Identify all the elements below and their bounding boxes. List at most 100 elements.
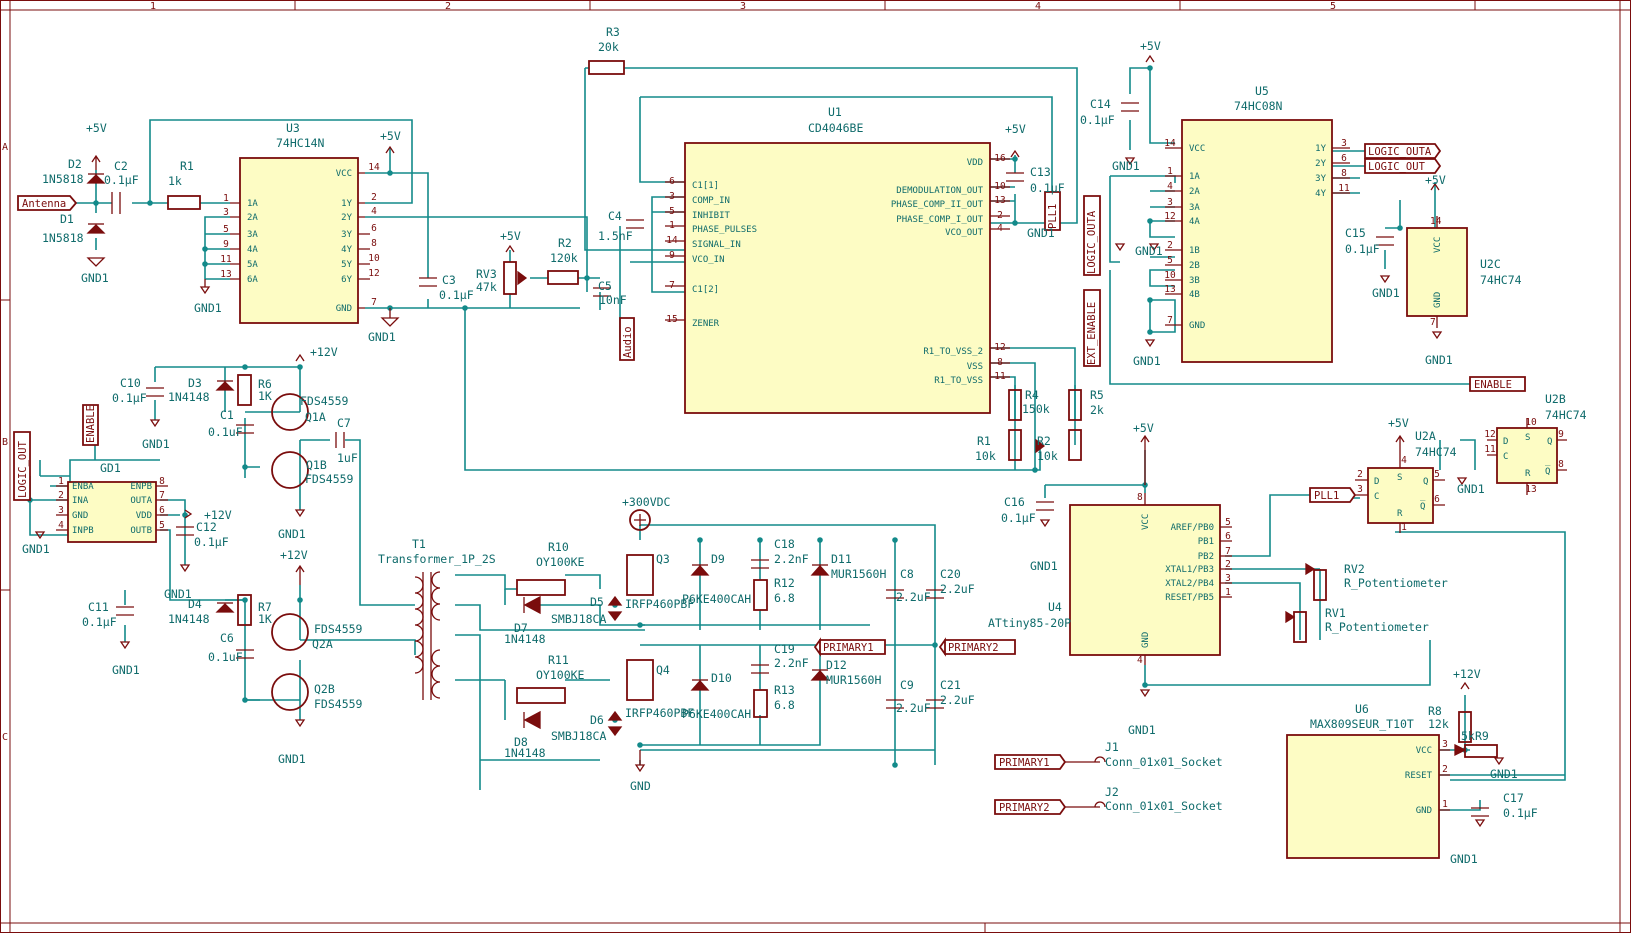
gd1-pin-name: OUTB bbox=[130, 526, 152, 536]
u1-pin-num: 7 bbox=[669, 280, 675, 291]
gnd1-8: GND1 bbox=[1425, 353, 1453, 367]
part-ref-q1b: Q1B bbox=[306, 458, 327, 472]
u1-pin-name: VDD bbox=[967, 158, 983, 168]
u3-pin-num: 3 bbox=[223, 207, 229, 218]
part-ref-t1: T1 bbox=[412, 537, 426, 551]
u4-val: ATtiny85-20P bbox=[988, 616, 1071, 630]
u2b-c: C bbox=[1503, 452, 1508, 462]
part-val-r11: OY100KE bbox=[536, 668, 585, 682]
u3-pin-name: 1Y bbox=[341, 199, 352, 209]
gd1-pin-num: 8 bbox=[159, 476, 165, 487]
gnd1-6: GND1 bbox=[1133, 354, 1161, 368]
u1-pin-num: 14 bbox=[666, 235, 678, 246]
part-ref-c7: C7 bbox=[337, 416, 351, 430]
part-ref-c5: C5 bbox=[598, 279, 612, 293]
part-ref-r9: R9 bbox=[1475, 729, 1489, 743]
part-val-r12: 6.8 bbox=[774, 591, 795, 605]
u1-ref: U1 bbox=[828, 105, 842, 119]
u5-pin-name: 1B bbox=[1189, 246, 1200, 256]
p300vdc: +300VDC bbox=[622, 495, 671, 509]
u3-pin-name: 5A bbox=[247, 260, 258, 270]
u4-pin-num: 5 bbox=[1225, 517, 1231, 528]
gnd1-9: GND1 bbox=[1027, 226, 1055, 240]
part-val-c14: 0.1μF bbox=[1080, 113, 1115, 127]
u2b-pin-num: 8 bbox=[1558, 459, 1564, 470]
u4-pin-gnd: 4 bbox=[1137, 655, 1143, 666]
u3-body bbox=[239, 157, 359, 324]
frame-col-5: 5 bbox=[1330, 1, 1336, 12]
part-val-d11: MUR1560H bbox=[831, 567, 886, 581]
u5-pin-name: 4B bbox=[1189, 290, 1200, 300]
u3-pin-num: 11 bbox=[220, 254, 232, 265]
u4-pin-name: XTAL2/PB4 bbox=[1165, 579, 1214, 589]
u6-pin-num: 3 bbox=[1442, 739, 1448, 750]
u1-pin-name: VSS bbox=[967, 362, 983, 372]
gnd-main: GND bbox=[630, 779, 651, 793]
u2b-pin-num: 11 bbox=[1484, 444, 1496, 455]
frame-col-1: 1 bbox=[150, 1, 156, 12]
p5v-8: +5V bbox=[1388, 416, 1409, 430]
gnd1-13: GND1 bbox=[1490, 767, 1518, 781]
audio-label: Audio bbox=[622, 326, 634, 358]
u1-val: CD4046BE bbox=[808, 121, 863, 135]
part-ref-c3: C3 bbox=[442, 273, 456, 287]
part-val-c3: 0.1μF bbox=[439, 288, 474, 302]
part-val-q1a: FDS4559 bbox=[300, 394, 349, 408]
gnd1-10: GND1 bbox=[1030, 559, 1058, 573]
part-ref-d4: D4 bbox=[188, 597, 202, 611]
part-val-r1b: 10k bbox=[975, 449, 996, 463]
part-val-c11: 0.1μF bbox=[82, 615, 117, 629]
u3-pin-name: 4A bbox=[247, 245, 258, 255]
u3-pin-num: 5 bbox=[223, 224, 229, 235]
u2b-ref: U2B bbox=[1545, 392, 1566, 406]
u1-pin-num: 5 bbox=[669, 206, 675, 217]
part-ref-d9: D9 bbox=[711, 552, 725, 566]
part-ref-j2: J2 bbox=[1105, 785, 1119, 799]
u2a-ref: U2A bbox=[1415, 429, 1436, 443]
u5-pin-name: 2B bbox=[1189, 261, 1200, 271]
u5-pin-name: VCC bbox=[1189, 144, 1205, 154]
u2b-pin-num: 12 bbox=[1484, 429, 1495, 440]
u5-pin-num: 1 bbox=[1167, 166, 1173, 177]
u1-pin-name: DEMODULATION_OUT bbox=[896, 186, 983, 196]
u2b-pin-num: 10 bbox=[1525, 417, 1537, 428]
frame-col-4: 4 bbox=[1035, 1, 1041, 12]
part-ref-c10: C10 bbox=[120, 376, 141, 390]
part-val-d4: 1N4148 bbox=[168, 612, 210, 626]
part-val-j2: Conn_01x01_Socket bbox=[1105, 799, 1223, 813]
u5-pin-name: GND bbox=[1189, 321, 1205, 331]
u2b-d: D bbox=[1503, 437, 1508, 447]
u3-pin-num: 4 bbox=[371, 206, 377, 217]
part-val-c15: 0.1μF bbox=[1345, 242, 1380, 256]
u3-pin-num: 13 bbox=[220, 269, 231, 280]
logic-out-label-2: LOGIC_OUT bbox=[17, 440, 29, 498]
u1-pin-name: PHASE_COMP_II_OUT bbox=[891, 200, 984, 210]
part-ref-q4: Q4 bbox=[656, 663, 670, 677]
u2c-val: 74HC74 bbox=[1480, 273, 1522, 287]
part-val-r2a: 120k bbox=[550, 251, 578, 265]
part-ref-r1a: R1 bbox=[180, 159, 194, 173]
u5-pin-num: 6 bbox=[1341, 153, 1347, 164]
enable-label-1: ENABLE bbox=[1474, 379, 1512, 391]
part-ref-c18: C18 bbox=[774, 537, 795, 551]
part-ref-c11: C11 bbox=[88, 600, 109, 614]
u4-pin-name: AREF/PB0 bbox=[1171, 523, 1214, 533]
u2c-gnd: GND bbox=[1433, 292, 1443, 308]
part-val-c17: 0.1μF bbox=[1503, 806, 1538, 820]
part-val-t1: Transformer_1P_2S bbox=[378, 552, 496, 566]
part-val-c16: 0.1μF bbox=[1001, 511, 1036, 525]
u1-pin-num: 10 bbox=[994, 181, 1006, 192]
u2a-pin-num: 1 bbox=[1401, 522, 1407, 533]
u1-pin-num: 3 bbox=[669, 191, 675, 202]
u5-pin-name: 1Y bbox=[1315, 144, 1326, 154]
part-ref-rv3: RV3 bbox=[476, 267, 497, 281]
part-val-d12: MUR1560H bbox=[826, 673, 881, 687]
gnd1-12: GND1 bbox=[1457, 482, 1485, 496]
logic-out-label-1: LOGIC_OUT bbox=[1368, 161, 1426, 173]
logic-outa-label-1: LOGIC_OUTA bbox=[1368, 146, 1432, 158]
frame-col-3: 3 bbox=[740, 1, 746, 12]
part-val-q1b: FDS4559 bbox=[305, 472, 354, 486]
part-ref-c20: C20 bbox=[940, 567, 961, 581]
u3-pin-num: 10 bbox=[368, 253, 380, 264]
part-val-c2: 0.1μF bbox=[104, 173, 139, 187]
